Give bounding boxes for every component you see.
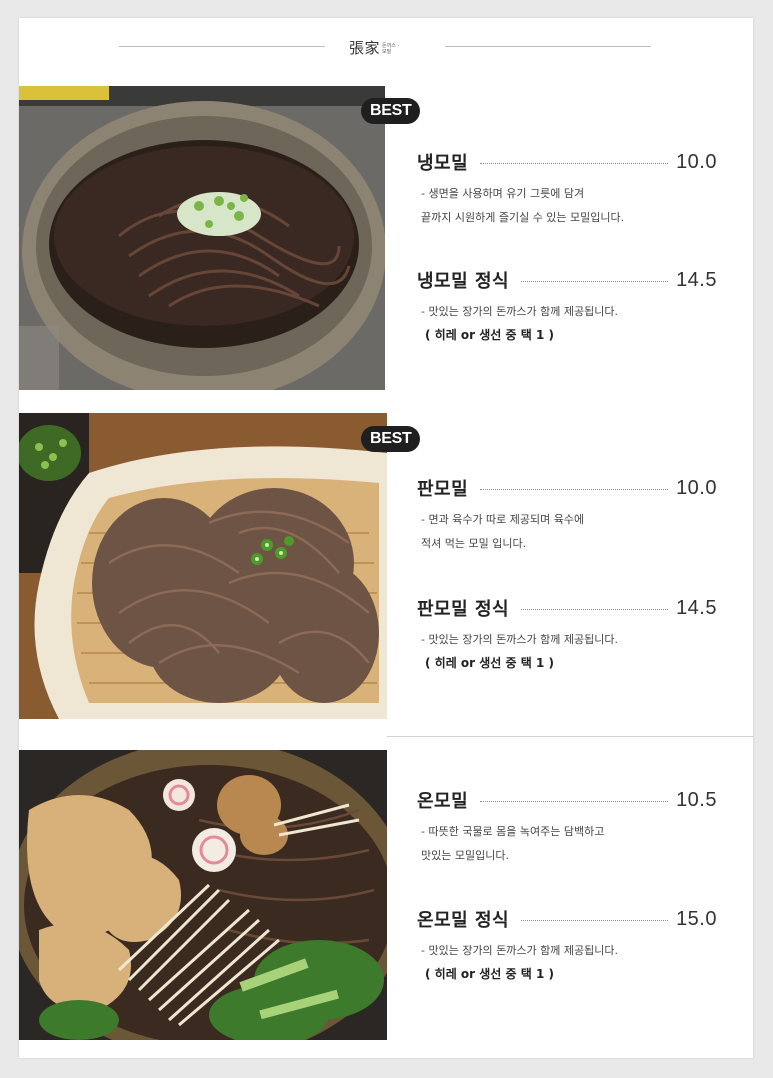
- dot-leader: [480, 488, 669, 490]
- item-name: 온모밀: [417, 791, 469, 812]
- dot-leader: [480, 800, 669, 802]
- menu-item: 온모밀 10.5 - 따뜻한 국물로 몸을 녹여주는 담백하고 맛있는 모밀입니…: [417, 784, 717, 868]
- best-badge: BEST: [361, 426, 421, 452]
- menu-item: 판모밀 정식 14.5 - 맛있는 장가의 돈까스가 함께 제공됩니다. ( 히…: [417, 592, 717, 671]
- dot-leader: [521, 608, 669, 610]
- item-description: - 생면을 사용하며 유기 그릇에 담겨 끝까지 시원하게 즐기실 수 있는 모…: [417, 182, 717, 230]
- item-description: - 맛있는 장가의 돈까스가 함께 제공됩니다.: [417, 628, 717, 652]
- item-name: 판모밀 정식: [417, 599, 510, 620]
- best-badge: BEST: [361, 98, 421, 124]
- menu-item: 판모밀 10.0 - 면과 육수가 따로 제공되며 육수에 적셔 먹는 모밀 입…: [417, 472, 717, 556]
- item-name: 냉모밀: [417, 153, 469, 174]
- description-line: - 면과 육수가 따로 제공되며 육수에: [421, 513, 585, 526]
- photo-panmomil: [19, 413, 387, 719]
- description-line: - 생면을 사용하며 유기 그릇에 담겨: [421, 187, 585, 200]
- item-note: ( 히레 or 생선 중 택 1 ): [425, 328, 554, 342]
- header-rule-left: [119, 46, 325, 47]
- header-rule-right: [445, 46, 651, 47]
- description-line: 적셔 먹는 모밀 입니다.: [421, 537, 527, 550]
- menu-item: 온모밀 정식 15.0 - 맛있는 장가의 돈까스가 함께 제공됩니다. ( 히…: [417, 903, 717, 982]
- item-name: 온모밀 정식: [417, 910, 510, 931]
- menu-page: 張家 돈까스 · 모밀 BEST 냉모밀 10.0 - 생면을 사용하며 유기 …: [19, 18, 753, 1058]
- description-line: 끝까지 시원하게 즐기실 수 있는 모밀입니다.: [421, 211, 625, 224]
- item-price: 14.5: [676, 596, 717, 619]
- description-line: - 맛있는 장가의 돈까스가 함께 제공됩니다.: [421, 305, 618, 318]
- item-description: - 면과 육수가 따로 제공되며 육수에 적셔 먹는 모밀 입니다.: [417, 508, 717, 556]
- item-note: ( 히레 or 생선 중 택 1 ): [425, 967, 554, 981]
- logo-main-text: 張家: [349, 39, 381, 57]
- description-line: - 맛있는 장가의 돈까스가 함께 제공됩니다.: [421, 633, 618, 646]
- item-price: 10.0: [676, 150, 717, 173]
- dot-leader: [521, 280, 669, 282]
- item-price: 10.0: [676, 476, 717, 499]
- item-price: 10.5: [676, 788, 717, 811]
- dot-leader: [480, 162, 669, 164]
- dot-leader: [521, 919, 669, 921]
- logo-sub-text: 돈까스 · 모밀: [382, 43, 399, 55]
- item-description: - 맛있는 장가의 돈까스가 함께 제공됩니다.: [417, 300, 717, 324]
- brand-logo: 張家 돈까스 · 모밀: [349, 34, 419, 58]
- item-price: 14.5: [676, 268, 717, 291]
- item-description: - 따뜻한 국물로 몸을 녹여주는 담백하고 맛있는 모밀입니다.: [417, 820, 717, 868]
- item-note: ( 히레 or 생선 중 택 1 ): [425, 656, 554, 670]
- item-price: 15.0: [676, 907, 717, 930]
- item-description: - 맛있는 장가의 돈까스가 함께 제공됩니다.: [417, 939, 717, 963]
- description-line: - 따뜻한 국물로 몸을 녹여주는 담백하고: [421, 825, 605, 838]
- menu-item: 냉모밀 10.0 - 생면을 사용하며 유기 그릇에 담겨 끝까지 시원하게 즐…: [417, 146, 717, 230]
- description-line: - 맛있는 장가의 돈까스가 함께 제공됩니다.: [421, 944, 618, 957]
- photo-onmomil: [19, 750, 387, 1040]
- item-name: 냉모밀 정식: [417, 271, 510, 292]
- item-name: 판모밀: [417, 479, 469, 500]
- description-line: 맛있는 모밀입니다.: [421, 849, 509, 862]
- section-divider: [387, 736, 753, 737]
- photo-naengmomil: [19, 86, 385, 390]
- menu-item: 냉모밀 정식 14.5 - 맛있는 장가의 돈까스가 함께 제공됩니다. ( 히…: [417, 264, 717, 343]
